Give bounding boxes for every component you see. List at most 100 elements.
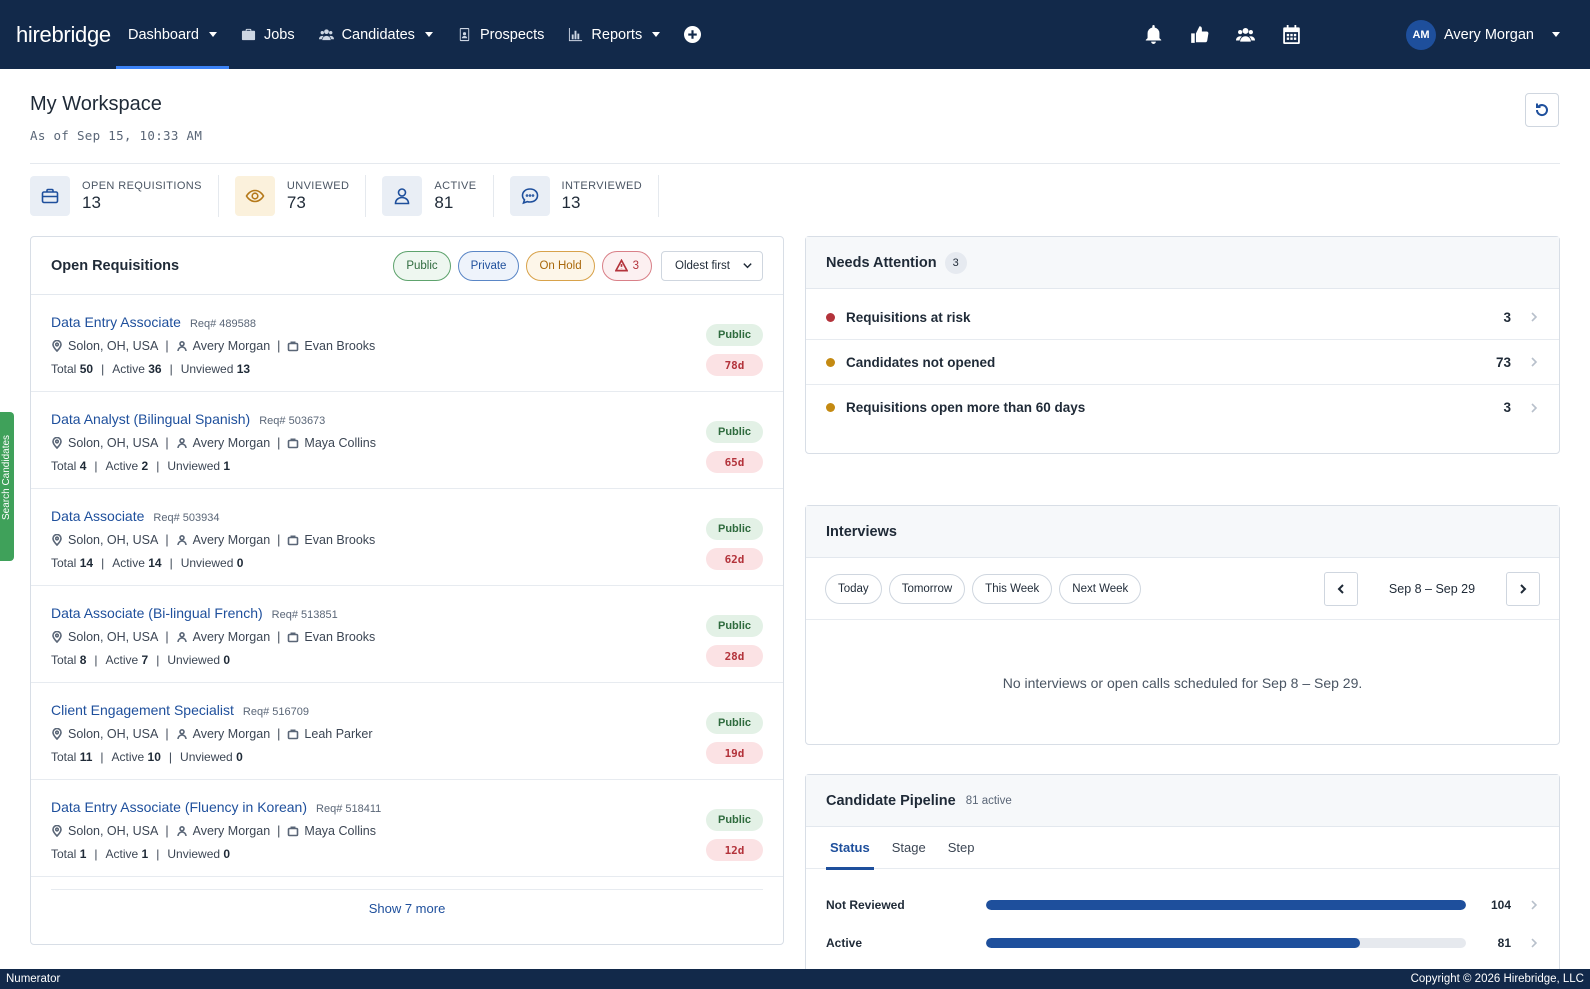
footer-left: Numerator: [6, 973, 61, 985]
sort-select[interactable]: Oldest first: [661, 250, 763, 281]
pipeline-label: Active: [826, 936, 863, 950]
count-unviewed-label: Unviewed: [167, 459, 221, 473]
requisition-meta: Solon, OH, USA | Avery Morgan | Evan Brooks: [51, 630, 763, 644]
refresh-button[interactable]: [1525, 93, 1559, 127]
count-total-value: 4: [79, 459, 87, 473]
user-name: Avery Morgan: [1444, 26, 1534, 43]
requisition-title[interactable]: Data Entry Associate (Fluency in Korean): [51, 799, 307, 815]
show-more-link[interactable]: Show 7 more: [31, 901, 783, 916]
divider: [30, 163, 1560, 164]
at-risk-count: 3: [632, 259, 640, 272]
status-badge: Public: [706, 421, 763, 443]
team-button[interactable]: [1222, 0, 1268, 69]
filter-at-risk[interactable]: 3: [601, 250, 653, 281]
range-this-week[interactable]: This Week: [972, 573, 1053, 604]
nav-jobs[interactable]: Jobs: [229, 0, 307, 69]
count-unviewed-value: 13: [236, 362, 251, 376]
requisition-title-line: Data Associate (Bi-lingual French) Req# 5…: [51, 605, 763, 621]
notifications-button[interactable]: [1130, 0, 1176, 69]
stats-bar: OPEN REQUISITIONS 13 UNVIEWED 73 ACTIVE …: [30, 175, 675, 217]
map-pin-icon: [52, 437, 62, 449]
status-badge: Public: [706, 712, 763, 734]
stat-unviewed[interactable]: UNVIEWED 73: [234, 175, 367, 217]
map-pin-icon: [52, 728, 62, 740]
pipeline-row[interactable]: Not Reviewed 104: [806, 886, 1559, 924]
add-button[interactable]: [672, 0, 713, 69]
endorsements-button[interactable]: [1176, 0, 1222, 69]
requisition-counts: Total 4 | Active 2 | Unviewed 1: [51, 459, 763, 473]
attention-row[interactable]: Requisitions open more than 60 days 3: [806, 385, 1559, 430]
briefcase-icon: [288, 535, 299, 546]
count-unviewed: Unviewed 13: [181, 362, 250, 376]
bell-icon: [1145, 25, 1161, 44]
separator: |: [100, 750, 104, 764]
requisition-title[interactable]: Data Analyst (Bilingual Spanish): [51, 411, 250, 427]
count-active: Active 2: [106, 459, 149, 473]
requisition-row[interactable]: Data Entry Associate Req# 489588 Solon, OH…: [31, 295, 783, 392]
requisition-row[interactable]: Data Associate Req# 503934 Solon, OH, USA |…: [31, 489, 783, 586]
count-total: Total 50: [51, 362, 93, 376]
tab-stage[interactable]: Stage: [888, 827, 930, 869]
stat-active[interactable]: ACTIVE 81: [382, 175, 494, 217]
count-total-value: 14: [79, 556, 94, 570]
plus-circle-icon: [684, 26, 702, 43]
nav-candidates[interactable]: Candidates: [307, 0, 445, 69]
count-unviewed-value: 1: [223, 459, 231, 473]
separator: |: [101, 556, 105, 570]
separator: |: [165, 436, 169, 450]
count-total-value: 1: [79, 847, 87, 861]
count-unviewed: Unviewed 0: [167, 653, 230, 667]
logo[interactable]: hirebridge: [16, 22, 116, 48]
count-active-label: Active: [105, 847, 139, 861]
id-badge-icon: [459, 27, 470, 42]
stat-interviewed[interactable]: INTERVIEWED 13: [509, 175, 660, 217]
tab-status[interactable]: Status: [826, 827, 874, 870]
requisition-row[interactable]: Data Associate (Bi-lingual French) Req# 5…: [31, 586, 783, 683]
requisition-title[interactable]: Data Entry Associate: [51, 314, 181, 330]
user-menu[interactable]: AM Avery Morgan: [1406, 19, 1560, 50]
stat-value: 13: [561, 192, 581, 212]
count-active: Active 14: [112, 556, 161, 570]
nav-prospects[interactable]: Prospects: [445, 0, 556, 69]
age-badge: 19d: [706, 742, 763, 764]
user-icon: [176, 728, 187, 740]
range-tomorrow[interactable]: Tomorrow: [888, 573, 966, 604]
requisition-title[interactable]: Data Associate: [51, 508, 144, 524]
range-next-week[interactable]: Next Week: [1059, 573, 1142, 604]
requisition-row[interactable]: Data Analyst (Bilingual Spanish) Req# 503…: [31, 392, 783, 489]
separator: |: [169, 362, 173, 376]
requisition-recruiter: Avery Morgan: [192, 436, 271, 450]
requisition-recruiter: Avery Morgan: [192, 824, 271, 838]
age-badge: 62d: [706, 548, 763, 570]
requisition-title[interactable]: Client Engagement Specialist: [51, 702, 234, 718]
next-range-button[interactable]: [1506, 571, 1540, 606]
requisition-row[interactable]: Client Engagement Specialist Req# 516709 S…: [31, 683, 783, 780]
divider: [51, 889, 763, 890]
calendar-button[interactable]: [1268, 0, 1314, 69]
range-today[interactable]: Today: [825, 573, 882, 604]
filter-on-hold[interactable]: On Hold: [526, 250, 595, 281]
briefcase-icon: [288, 632, 299, 643]
requisition-title[interactable]: Data Associate (Bi-lingual French): [51, 605, 263, 621]
requisition-counts: Total 50 | Active 36 | Unviewed 13: [51, 362, 763, 376]
count-active-value: 36: [148, 362, 162, 376]
count-total-value: 8: [79, 653, 87, 667]
pipeline-row[interactable]: Active 81: [806, 924, 1559, 962]
filter-public[interactable]: Public: [393, 250, 451, 281]
attention-row[interactable]: Requisitions at risk 3: [806, 295, 1559, 340]
page-title: My Workspace: [30, 93, 162, 115]
count-total-label: Total: [51, 362, 77, 376]
nav-reports[interactable]: Reports: [556, 0, 672, 69]
attention-row[interactable]: Candidates not opened 73: [806, 340, 1559, 385]
nav-right: AM Avery Morgan: [1130, 0, 1590, 69]
prev-range-button[interactable]: [1324, 571, 1358, 606]
stat-open-requisitions[interactable]: OPEN REQUISITIONS 13: [30, 175, 219, 217]
status-dot: [826, 357, 835, 367]
requisition-location: Solon, OH, USA: [68, 630, 159, 644]
separator: |: [169, 556, 173, 570]
requisition-manager: Maya Collins: [304, 824, 376, 838]
filter-private[interactable]: Private: [457, 250, 520, 281]
tab-step[interactable]: Step: [944, 827, 979, 869]
requisition-row[interactable]: Data Entry Associate (Fluency in Korean)…: [31, 780, 783, 877]
nav-dashboard[interactable]: Dashboard: [116, 0, 229, 69]
